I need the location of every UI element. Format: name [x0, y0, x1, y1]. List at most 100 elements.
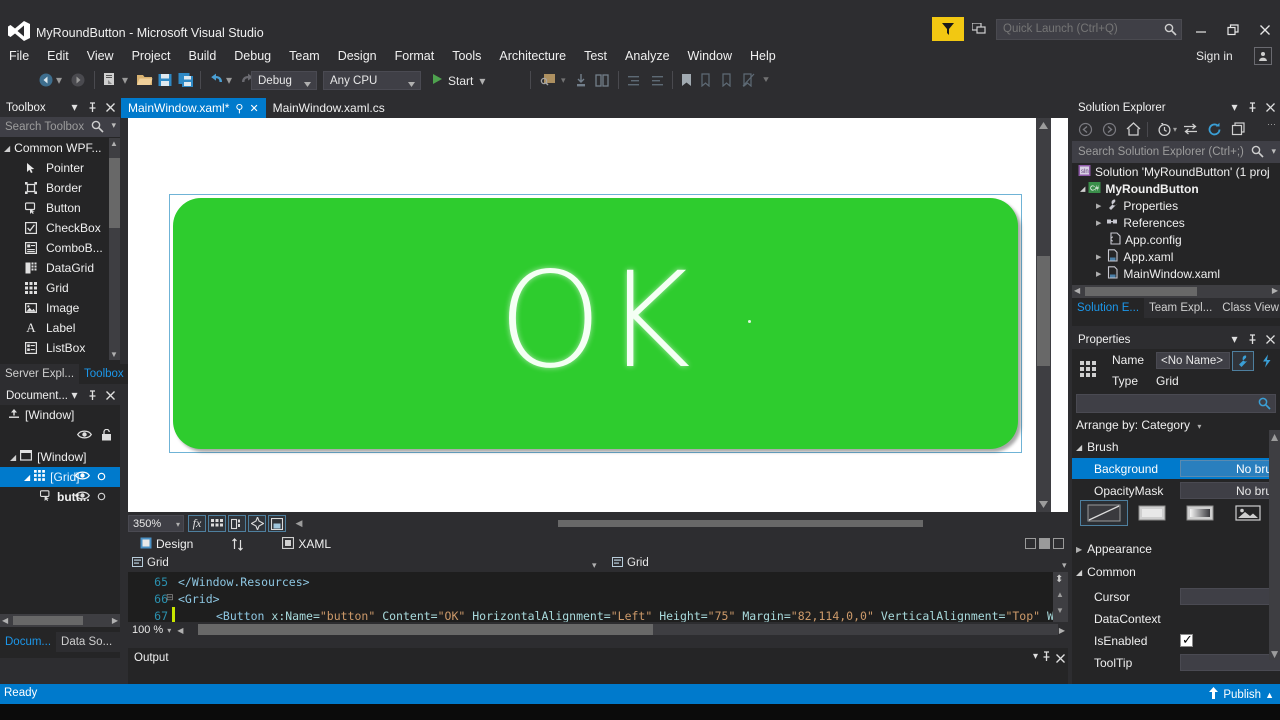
- ok-button-preview[interactable]: OK: [173, 198, 1018, 449]
- quick-launch-box[interactable]: [996, 19, 1182, 40]
- pending-changes-icon[interactable]: [1153, 119, 1175, 139]
- toolbox-item-grid[interactable]: Grid: [0, 278, 120, 298]
- expander-collapsed-icon[interactable]: ▶: [1096, 253, 1101, 261]
- close-icon[interactable]: [104, 388, 117, 402]
- split-horizontal-icon[interactable]: [1039, 538, 1050, 549]
- notifications-icon[interactable]: [968, 19, 990, 39]
- lock-icon[interactable]: [101, 428, 112, 444]
- solution-hscroll-thumb[interactable]: [1085, 287, 1197, 296]
- close-icon[interactable]: [1264, 100, 1277, 114]
- toolbox-group-common-wpf[interactable]: ◢ Common WPF...: [0, 138, 120, 158]
- restore-icon[interactable]: [1220, 20, 1246, 40]
- feedback-funnel-icon[interactable]: [932, 17, 964, 41]
- menu-help[interactable]: Help: [741, 46, 785, 66]
- chevron-down-icon[interactable]: ▾: [592, 560, 597, 571]
- chevron-up-icon[interactable]: ▲: [1265, 690, 1274, 700]
- solid-color-brush-icon[interactable]: [1128, 500, 1176, 526]
- property-row-tooltip[interactable]: ToolTip: [1072, 652, 1280, 673]
- isenabled-checkbox[interactable]: [1180, 632, 1193, 648]
- wrench-properties-icon[interactable]: [1232, 351, 1254, 371]
- dock-tab-document-outline[interactable]: Docum...: [0, 632, 57, 652]
- editor-horizontal-scrollbar[interactable]: [198, 624, 1058, 635]
- start-debug-button[interactable]: Start ▾: [432, 71, 485, 90]
- dock-tab-team-explorer[interactable]: Team Expl...: [1144, 298, 1217, 318]
- menu-window[interactable]: Window: [679, 46, 741, 66]
- chevron-down-icon[interactable]: ▾: [68, 100, 81, 114]
- save-all-icon[interactable]: [178, 70, 195, 90]
- property-row-opacitymask[interactable]: OpacityMask No brus: [1072, 480, 1280, 501]
- toolbox-item-border[interactable]: Border: [0, 178, 120, 198]
- property-value[interactable]: [1180, 588, 1280, 605]
- project-node-myroundbutton[interactable]: ◢ C# MyRoundButton: [1072, 180, 1280, 197]
- properties-search-box[interactable]: [1076, 394, 1276, 413]
- scroll-left-icon[interactable]: ◀: [177, 626, 183, 635]
- menu-architecture[interactable]: Architecture: [490, 46, 575, 66]
- solution-explorer-search-box[interactable]: Search Solution Explorer (Ctrl+;) ▾: [1072, 141, 1280, 163]
- dock-tab-toolbox[interactable]: Toolbox: [79, 364, 129, 384]
- expander-expanded-icon[interactable]: ◢: [1080, 185, 1085, 193]
- fx-icon[interactable]: fx: [188, 515, 206, 532]
- chevron-down-icon[interactable]: ▾: [167, 626, 171, 635]
- outline-node-button[interactable]: butt...: [0, 487, 120, 507]
- tree-node-mainwindow-xaml[interactable]: ▶ MainWindow.xaml: [1072, 265, 1280, 282]
- new-project-icon[interactable]: [102, 70, 119, 90]
- outdent-icon[interactable]: [650, 70, 665, 90]
- menu-file[interactable]: File: [0, 46, 38, 66]
- property-value[interactable]: No brus: [1180, 460, 1280, 477]
- expander-expanded-icon[interactable]: ◢: [10, 453, 16, 462]
- pin-icon[interactable]: [1041, 651, 1052, 665]
- properties-arrange-by[interactable]: Arrange by: Category ▾: [1076, 418, 1201, 432]
- menu-format[interactable]: Format: [386, 46, 444, 66]
- eye-icon[interactable]: [74, 470, 91, 484]
- forward-icon[interactable]: [1098, 119, 1120, 139]
- properties-scrollbar[interactable]: ▲ ▼: [1269, 430, 1280, 661]
- gradient-brush-icon[interactable]: [1176, 500, 1224, 526]
- pin-icon[interactable]: [86, 388, 99, 402]
- chevron-down-icon[interactable]: ▾: [1265, 146, 1276, 157]
- property-value[interactable]: [1180, 654, 1280, 671]
- xaml-code-editor[interactable]: 65 66 67 ⊟ </Window.Resources> <Grid> <B…: [128, 572, 1068, 623]
- designer-zoom-combo[interactable]: 350% ▾: [128, 515, 184, 532]
- design-canvas[interactable]: OK: [128, 118, 1036, 512]
- property-row-cursor[interactable]: Cursor: [1072, 586, 1280, 607]
- designer-scroll-thumb[interactable]: [1037, 256, 1050, 366]
- pin-icon[interactable]: [86, 100, 99, 114]
- menu-test[interactable]: Test: [575, 46, 616, 66]
- outline-hscroll-thumb[interactable]: [13, 616, 83, 625]
- property-row-isenabled[interactable]: IsEnabled: [1072, 630, 1280, 651]
- refresh-icon[interactable]: [1203, 119, 1225, 139]
- new-project-dropdown-icon[interactable]: ▾: [122, 70, 128, 90]
- scroll-down-icon[interactable]: ▼: [1269, 647, 1280, 661]
- eye-icon[interactable]: [74, 490, 91, 504]
- previous-bookmark-icon[interactable]: [721, 70, 734, 90]
- sync-with-active-document-icon[interactable]: [1179, 119, 1201, 139]
- pin-icon[interactable]: ⚲: [235, 102, 243, 115]
- properties-category-brush[interactable]: ◢ Brush: [1076, 440, 1119, 454]
- properties-name-field[interactable]: <No Name>: [1156, 352, 1230, 369]
- toolbox-scrollbar[interactable]: ▲ ▼: [109, 138, 120, 360]
- navigate-back-icon[interactable]: [38, 70, 54, 90]
- scroll-down-icon[interactable]: ▼: [110, 350, 118, 359]
- chevron-down-icon[interactable]: ▾: [106, 120, 116, 131]
- artboard-icon[interactable]: [268, 515, 286, 532]
- outline-collapse-icon[interactable]: ⊟: [166, 592, 174, 603]
- tree-node-properties[interactable]: ▶ Properties: [1072, 197, 1280, 214]
- open-file-icon[interactable]: [136, 70, 153, 90]
- undo-dropdown-icon[interactable]: ▾: [226, 70, 232, 90]
- toolbox-item-combobox[interactable]: ComboB...: [0, 238, 120, 258]
- minimize-icon[interactable]: [1188, 20, 1214, 40]
- toolbox-search-box[interactable]: Search Toolbox ▾: [0, 117, 120, 137]
- document-tab-mainwindow-xaml[interactable]: MainWindow.xaml* ⚲ ✕: [121, 98, 266, 118]
- sign-in-button[interactable]: Sign in: [1196, 49, 1233, 63]
- no-brush-icon[interactable]: [1080, 500, 1128, 526]
- editor-hscroll-thumb[interactable]: [198, 624, 653, 635]
- eye-icon[interactable]: [76, 429, 93, 443]
- close-icon[interactable]: [1264, 332, 1277, 346]
- xaml-view-tab[interactable]: XAML: [276, 534, 337, 554]
- lightning-events-icon[interactable]: [1256, 351, 1278, 371]
- swap-panes-icon[interactable]: [225, 534, 250, 554]
- expander-collapsed-icon[interactable]: ▶: [1096, 219, 1101, 227]
- scroll-right-icon[interactable]: ▶: [1272, 286, 1278, 295]
- menu-tools[interactable]: Tools: [443, 46, 490, 66]
- breadcrumb-left[interactable]: Grid ▾: [132, 554, 597, 572]
